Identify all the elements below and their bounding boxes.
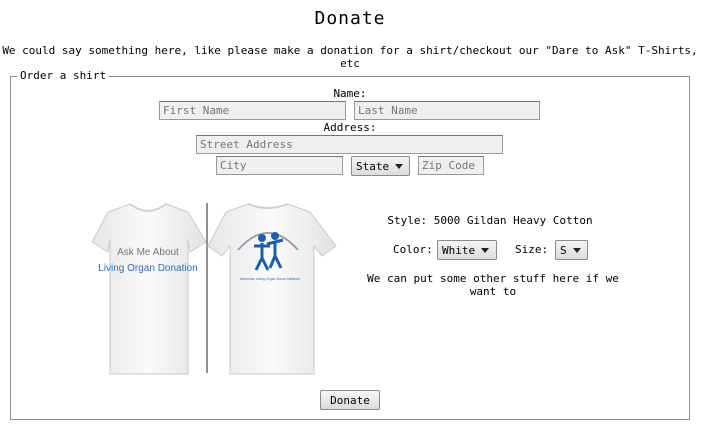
shirt-front-line1: Ask Me About xyxy=(117,247,179,258)
state-select-value: State xyxy=(356,159,390,173)
address-label: Address: xyxy=(323,121,377,134)
shirt-front-image: Ask Me About Living Organ Donation xyxy=(91,203,207,375)
shirt-back-image: American Living Organ Donor Network xyxy=(207,203,337,375)
size-select[interactable]: S xyxy=(555,240,588,260)
page-title: Donate xyxy=(314,8,386,29)
shirt-note-text: We can put some other stuff here if we w… xyxy=(367,272,619,298)
chevron-down-icon xyxy=(395,163,404,169)
first-name-input[interactable] xyxy=(159,101,346,120)
chevron-down-icon xyxy=(481,247,490,253)
order-shirt-legend: Order a shirt xyxy=(17,69,110,82)
donate-button[interactable]: Donate xyxy=(320,390,380,410)
size-select-value: S xyxy=(560,243,567,257)
color-select[interactable]: White xyxy=(437,240,497,260)
street-address-input[interactable] xyxy=(196,135,503,154)
color-label: Color: xyxy=(393,243,433,256)
zip-code-input[interactable] xyxy=(418,156,484,175)
last-name-input[interactable] xyxy=(354,101,540,120)
state-select[interactable]: State xyxy=(351,156,410,176)
style-text: Style: 5000 Gildan Heavy Cotton xyxy=(387,214,593,227)
shirt-front-line2: Living Organ Donation xyxy=(98,263,198,274)
name-label: Name: xyxy=(333,87,367,100)
chevron-down-icon xyxy=(572,247,581,253)
intro-text: We could say something here, like please… xyxy=(2,44,698,70)
city-input[interactable] xyxy=(216,156,343,175)
shirt-divider xyxy=(206,203,208,373)
shirt-images: Ask Me About Living Organ Donation Ameri… xyxy=(91,203,337,375)
size-label: Size: xyxy=(515,243,549,256)
color-select-value: White xyxy=(442,243,476,257)
shirt-back-text: American Living Organ Donor Network xyxy=(240,277,300,281)
